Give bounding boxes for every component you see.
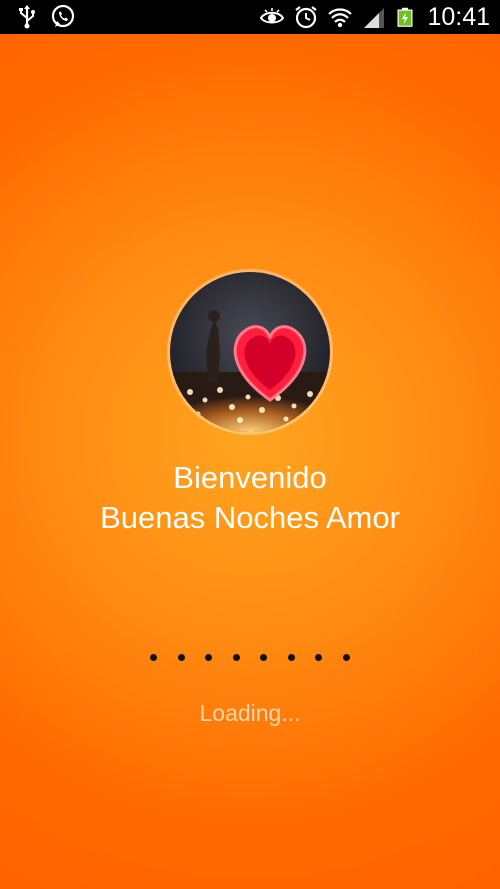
loading-label: Loading... xyxy=(199,700,301,726)
loading-dot xyxy=(287,653,295,661)
whatsapp-icon xyxy=(51,4,75,28)
wifi-icon xyxy=(328,8,353,28)
app-logo xyxy=(170,272,330,432)
app-name: Buenas Noches Amor xyxy=(100,500,400,535)
welcome-title: Bienvenido Buenas Noches Amor xyxy=(0,458,500,538)
welcome-text: Bienvenido xyxy=(173,460,327,495)
loading-dot xyxy=(205,653,213,661)
splash-screen: Bienvenido Buenas Noches Amor Loading... xyxy=(0,34,500,889)
loading-dot xyxy=(315,653,323,661)
loading-dots xyxy=(150,650,350,664)
loading-dot xyxy=(232,653,240,661)
loading-dot xyxy=(260,653,268,661)
battery-icon xyxy=(397,7,413,27)
clock: 10:41 xyxy=(427,2,490,31)
loading-dot xyxy=(177,653,185,661)
alarm-icon xyxy=(295,6,318,29)
usb-icon xyxy=(19,5,35,29)
signal-icon xyxy=(364,8,385,28)
eye-icon xyxy=(260,8,285,24)
loading-dot xyxy=(150,653,157,661)
loading-dot xyxy=(342,653,350,661)
app-logo-image xyxy=(170,272,330,432)
status-bar: 10:41 xyxy=(0,0,500,34)
